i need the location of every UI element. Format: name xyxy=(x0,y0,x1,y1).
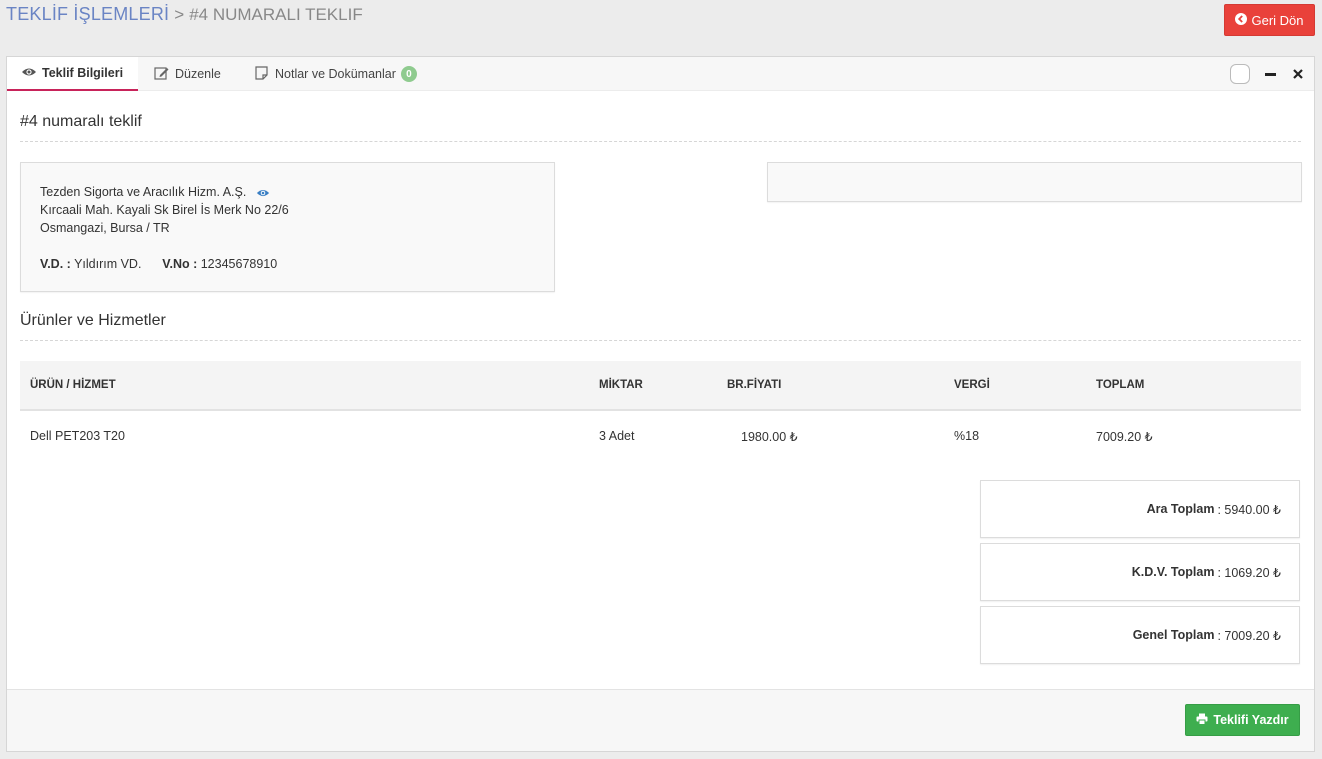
col-tax: VERGİ xyxy=(954,379,990,391)
cell-unit-price: 1980.00 ₺ xyxy=(741,429,798,444)
back-button[interactable]: Geri Dön xyxy=(1224,4,1315,36)
tab-notes[interactable]: Notlar ve Dokümanlar 0 xyxy=(240,57,431,91)
col-quantity: MİKTAR xyxy=(599,379,643,391)
tax-number-value: 12345678910 xyxy=(200,257,278,271)
tab-bar: Teklif Bilgileri Düzenle Notlar ve Doküm… xyxy=(7,57,1314,91)
back-arrow-icon xyxy=(1235,12,1248,28)
customer-address-card: Tezden Sigorta ve Aracılık Hizm. A.Ş. Kı… xyxy=(20,162,555,292)
print-offer-label: Teklifi Yazdır xyxy=(1213,713,1289,727)
kdv-total-box: K.D.V. Toplam : 1069.20 ₺ xyxy=(980,543,1300,601)
offer-panel: Teklif Bilgileri Düzenle Notlar ve Doküm… xyxy=(6,56,1315,752)
panel-footer: Teklifi Yazdır xyxy=(7,689,1314,751)
kdv-total-value: : 1069.20 ₺ xyxy=(1217,565,1281,580)
breadcrumb-current: #4 NUMARALI TEKLIF xyxy=(189,5,363,24)
address-line-2: Osmangazi, Bursa / TR xyxy=(40,221,170,235)
tab-offer-info-label: Teklif Bilgileri xyxy=(42,66,124,80)
cell-tax: %18 xyxy=(954,429,980,443)
back-button-label: Geri Dön xyxy=(1251,12,1304,28)
edit-icon xyxy=(154,66,170,83)
cell-quantity: 3 Adet xyxy=(599,429,635,443)
tax-office-value: Yıldırım VD. xyxy=(74,257,142,271)
panel-tools xyxy=(1230,57,1306,91)
tab-edit[interactable]: Düzenle xyxy=(140,57,235,91)
tab-notes-label: Notlar ve Dokümanlar xyxy=(275,67,396,81)
products-table: ÜRÜN / HİZMET MİKTAR BR.FİYATI VERGİ TOP… xyxy=(20,361,1301,461)
print-offer-button[interactable]: Teklifi Yazdır xyxy=(1185,704,1300,736)
col-product: ÜRÜN / HİZMET xyxy=(30,379,116,391)
minimize-icon[interactable] xyxy=(1262,66,1278,82)
grand-total-box: Genel Toplam : 7009.20 ₺ xyxy=(980,606,1300,664)
note-icon xyxy=(254,65,270,83)
tab-offer-info[interactable]: Teklif Bilgileri xyxy=(7,57,138,91)
table-header: ÜRÜN / HİZMET MİKTAR BR.FİYATI VERGİ TOP… xyxy=(20,361,1301,411)
divider xyxy=(20,141,1301,142)
offer-title: #4 numaralı teklif xyxy=(20,113,142,130)
address-line-1: Kırcaali Mah. Kayali Sk Birel İs Merk No… xyxy=(40,203,289,217)
fullscreen-toggle[interactable] xyxy=(1230,64,1250,84)
close-icon[interactable] xyxy=(1290,66,1306,82)
view-company-eye-icon[interactable] xyxy=(256,186,270,198)
kdv-total-label: K.D.V. Toplam xyxy=(1131,565,1215,579)
subtotal-box: Ara Toplam : 5940.00 ₺ xyxy=(980,480,1300,538)
empty-info-card xyxy=(767,162,1302,202)
divider xyxy=(20,340,1301,341)
cell-total: 7009.20 ₺ xyxy=(1096,429,1153,444)
notes-count-badge: 0 xyxy=(400,66,417,82)
subtotal-value: : 5940.00 ₺ xyxy=(1217,502,1281,517)
grand-total-label: Genel Toplam xyxy=(1132,628,1215,642)
tab-edit-label: Düzenle xyxy=(175,67,221,81)
tax-info: V.D. : Yıldırım VD. V.No : 12345678910 xyxy=(40,255,535,273)
company-name: Tezden Sigorta ve Aracılık Hizm. A.Ş. xyxy=(40,185,247,199)
breadcrumb-separator: > xyxy=(174,5,185,24)
col-unit-price: BR.FİYATI xyxy=(727,379,782,391)
cell-product: Dell PET203 T20 xyxy=(30,429,125,443)
tax-number-label: V.No : xyxy=(162,257,198,271)
col-total: TOPLAM xyxy=(1096,379,1145,391)
breadcrumb-root-link[interactable]: TEKLİF İŞLEMLERİ xyxy=(6,4,169,25)
breadcrumb: TEKLİF İŞLEMLERİ > #4 NUMARALI TEKLIF xyxy=(6,4,363,30)
printer-icon xyxy=(1196,713,1208,728)
tax-office-label: V.D. : xyxy=(40,257,71,271)
eye-icon xyxy=(21,65,37,82)
subtotal-label: Ara Toplam xyxy=(1146,502,1215,516)
grand-total-value: : 7009.20 ₺ xyxy=(1217,628,1281,643)
products-title: Ürünler ve Hizmetler xyxy=(20,312,166,329)
table-row: Dell PET203 T20 3 Adet 1980.00 ₺ %18 700… xyxy=(20,411,1301,461)
